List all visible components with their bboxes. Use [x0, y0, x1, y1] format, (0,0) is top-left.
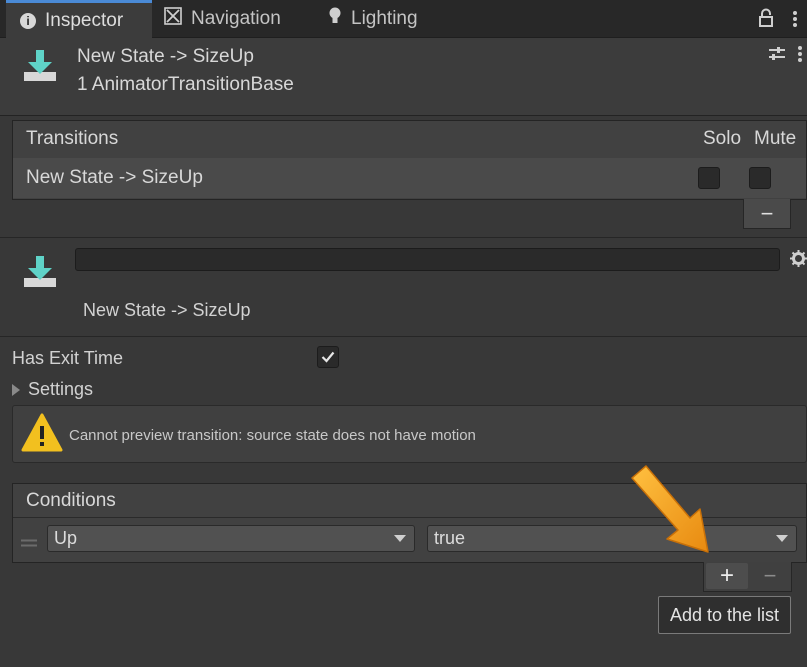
mute-header: Mute [754, 128, 797, 149]
condition-list-footer: + − [703, 562, 792, 592]
transition-icon [22, 48, 58, 89]
transitions-heading: Transitions [26, 128, 119, 149]
section-divider [0, 237, 807, 238]
gear-icon[interactable] [790, 250, 807, 272]
add-tooltip: Add to the list [658, 596, 791, 634]
condition-value-value: true [434, 528, 466, 548]
warning-text: Cannot preview transition: source state … [69, 427, 476, 444]
warning-box: Cannot preview transition: source state … [12, 405, 807, 463]
solo-header: Solo [703, 128, 742, 149]
tab-lighting[interactable]: Lighting [328, 0, 448, 38]
has-exit-time-checkbox[interactable] [317, 346, 339, 368]
header-title: New State -> SizeUp [77, 46, 254, 67]
has-exit-time-label: Has Exit Time [12, 348, 124, 368]
transition-name-input[interactable] [75, 248, 780, 271]
drag-handle-icon[interactable] [21, 534, 37, 552]
bulb-icon [328, 7, 342, 31]
tab-navigation[interactable]: Navigation [164, 0, 314, 38]
section-divider [0, 336, 807, 337]
tab-lighting-label: Lighting [351, 8, 418, 29]
annotation-arrow-icon [622, 460, 722, 565]
transition-detail-icon [22, 254, 58, 295]
triangle-right-icon [12, 384, 20, 396]
condition-value-dropdown[interactable]: true [427, 525, 797, 552]
chevron-down-icon [776, 535, 788, 542]
navigation-icon [164, 7, 182, 31]
tab-bar: i Inspector Navigation Lighting [0, 0, 807, 38]
tab-inspector-label: Inspector [45, 9, 124, 31]
info-icon: i [20, 12, 36, 29]
sliders-icon[interactable] [768, 45, 786, 68]
checkmark-icon [321, 351, 335, 363]
mute-checkbox[interactable] [749, 167, 771, 189]
tab-navigation-label: Navigation [191, 8, 281, 29]
chevron-down-icon [394, 535, 406, 542]
tab-inspector[interactable]: i Inspector [6, 0, 152, 38]
transition-row[interactable]: New State -> SizeUp [13, 158, 806, 198]
header-subtitle: 1 AnimatorTransitionBase [77, 74, 294, 95]
transitions-panel: Transitions Solo Mute New State -> SizeU… [12, 120, 807, 200]
header-menu-icon[interactable] [797, 45, 803, 68]
warning-icon [21, 413, 63, 458]
tab-menu-icon[interactable] [792, 10, 798, 28]
solo-checkbox[interactable] [698, 167, 720, 189]
conditions-heading: Conditions [26, 490, 116, 511]
transition-row-label: New State -> SizeUp [26, 167, 203, 188]
settings-label: Settings [28, 379, 94, 399]
transition-caption: New State -> SizeUp [83, 300, 251, 320]
condition-parameter-value: Up [54, 528, 78, 548]
remove-transition-button[interactable]: − [743, 199, 791, 229]
lock-icon[interactable] [758, 8, 774, 28]
add-condition-button[interactable]: + [706, 562, 748, 589]
remove-condition-button[interactable]: − [750, 563, 790, 589]
inspector-header: New State -> SizeUp 1 AnimatorTransition… [0, 38, 807, 116]
condition-parameter-dropdown[interactable]: Up [47, 525, 415, 552]
